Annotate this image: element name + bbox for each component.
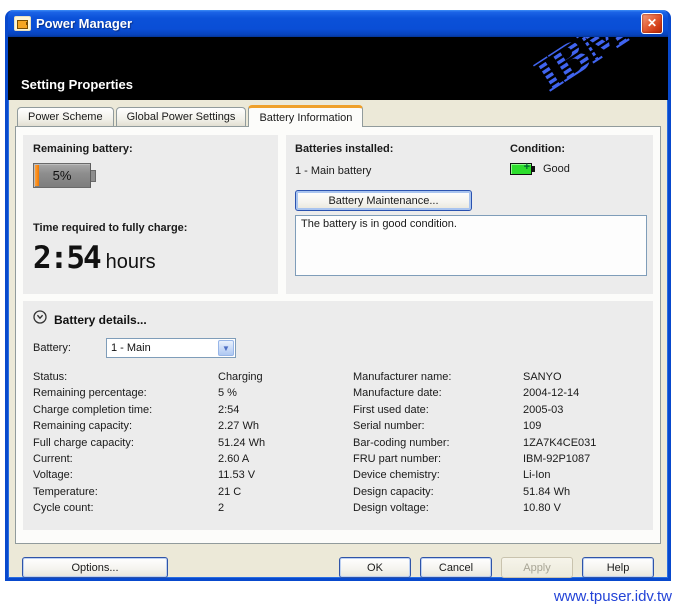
remaining-battery-label: Remaining battery: [33, 143, 268, 155]
battery-select[interactable]: 1 - Main ▼ [106, 338, 236, 358]
detail-value: 21 C [218, 486, 353, 502]
detail-label: Bar-coding number: [353, 437, 523, 453]
battery-terminal [91, 170, 96, 182]
detail-label: Design capacity: [353, 486, 523, 502]
time-value: 2:54 [33, 240, 100, 276]
condition-message-box: The battery is in good condition. [295, 215, 647, 276]
help-button[interactable]: Help [582, 557, 654, 578]
time-to-charge-label: Time required to fully charge: [33, 222, 268, 234]
battery-app-icon [14, 16, 31, 31]
detail-label: Design voltage: [353, 502, 523, 518]
detail-label: Status: [33, 371, 218, 387]
detail-value: 2005-03 [523, 404, 643, 420]
detail-value: 2 [218, 502, 353, 518]
detail-label: Charge completion time: [33, 404, 218, 420]
detail-label: Remaining capacity: [33, 420, 218, 436]
detail-label: Temperature: [33, 486, 218, 502]
detail-value: 2004-12-14 [523, 387, 643, 403]
detail-value: 2.27 Wh [218, 420, 353, 436]
detail-value: 51.24 Wh [218, 437, 353, 453]
batteries-installed-panel: Batteries installed: 1 - Main battery Co… [286, 135, 653, 294]
detail-value: Li-Ion [523, 469, 643, 485]
details-grid-right: Manufacturer name: SANYO Manufacture dat… [353, 371, 643, 519]
collapse-circle-icon[interactable] [33, 310, 47, 329]
detail-value: 11.53 V [218, 469, 353, 485]
time-display: 2:54 hours [33, 240, 268, 276]
ok-button[interactable]: OK [339, 557, 411, 578]
detail-label: Full charge capacity: [33, 437, 218, 453]
detail-label: First used date: [353, 404, 523, 420]
detail-label: Remaining percentage: [33, 387, 218, 403]
detail-label: Serial number: [353, 420, 523, 436]
detail-value: 10.80 V [523, 502, 643, 518]
tab-battery-information[interactable]: Battery Information [248, 105, 363, 127]
detail-label: Device chemistry: [353, 469, 523, 485]
detail-value: 2.60 A [218, 453, 353, 469]
detail-label: Voltage: [33, 469, 218, 485]
titlebar[interactable]: Power Manager ✕ [8, 10, 668, 37]
dialog-buttons: Options... OK Cancel Apply Help [22, 557, 654, 578]
options-button[interactable]: Options... [22, 557, 168, 578]
time-unit: hours [106, 251, 156, 274]
tab-power-scheme[interactable]: Power Scheme [17, 107, 114, 126]
chevron-down-icon[interactable]: ▼ [218, 340, 234, 356]
watermark-url: www.tpuser.idv.tw [554, 588, 672, 605]
remaining-battery-panel: Remaining battery: 5% Time required to f… [23, 135, 278, 294]
detail-value: 1ZA7K4CE031 [523, 437, 643, 453]
close-icon[interactable]: ✕ [641, 13, 663, 34]
detail-label: Current: [33, 453, 218, 469]
condition-battery-icon [510, 163, 535, 175]
detail-value: 109 [523, 420, 643, 436]
detail-label: FRU part number: [353, 453, 523, 469]
battery-icon: 5% [33, 163, 91, 188]
detail-label: Manufacture date: [353, 387, 523, 403]
detail-value: IBM-92P1087 [523, 453, 643, 469]
detail-value: 5 % [218, 387, 353, 403]
power-manager-window: Power Manager ✕ IBM Setting Properties P… [5, 10, 671, 581]
detail-value: 51.84 Wh [523, 486, 643, 502]
detail-value: 2:54 [218, 404, 353, 420]
battery-percent: 5% [34, 168, 90, 183]
battery-gauge: 5% [33, 163, 268, 188]
tab-strip: Power Scheme Global Power Settings Batte… [15, 105, 661, 126]
detail-value: SANYO [523, 371, 643, 387]
detail-label: Cycle count: [33, 502, 218, 518]
details-grid-left: Status: Charging Remaining percentage: 5… [33, 371, 353, 519]
window-title: Power Manager [36, 16, 641, 31]
header-banner: IBM Setting Properties [8, 37, 668, 100]
condition-value: Good [543, 163, 570, 175]
battery-maintenance-button[interactable]: Battery Maintenance... [295, 190, 472, 211]
detail-label: Manufacturer name: [353, 371, 523, 387]
battery-details-title: Battery details... [54, 313, 147, 327]
battery-details-panel: Battery details... Battery: 1 - Main ▼ S… [23, 301, 653, 530]
ibm-logo: IBM [526, 37, 636, 100]
battery-select-label: Battery: [33, 342, 106, 354]
details-grid: Status: Charging Remaining percentage: 5… [33, 371, 643, 519]
battery-information-page: Remaining battery: 5% Time required to f… [15, 126, 661, 544]
batteries-installed-label: Batteries installed: [295, 143, 510, 155]
detail-value: Charging [218, 371, 353, 387]
batteries-installed-value: 1 - Main battery [295, 165, 510, 177]
battery-select-value: 1 - Main [107, 342, 218, 354]
apply-button: Apply [501, 557, 573, 578]
condition-label: Condition: [510, 143, 647, 155]
tab-global-power-settings[interactable]: Global Power Settings [116, 107, 247, 126]
banner-title: Setting Properties [21, 77, 133, 92]
cancel-button[interactable]: Cancel [420, 557, 492, 578]
dialog-content: Power Scheme Global Power Settings Batte… [8, 100, 668, 578]
